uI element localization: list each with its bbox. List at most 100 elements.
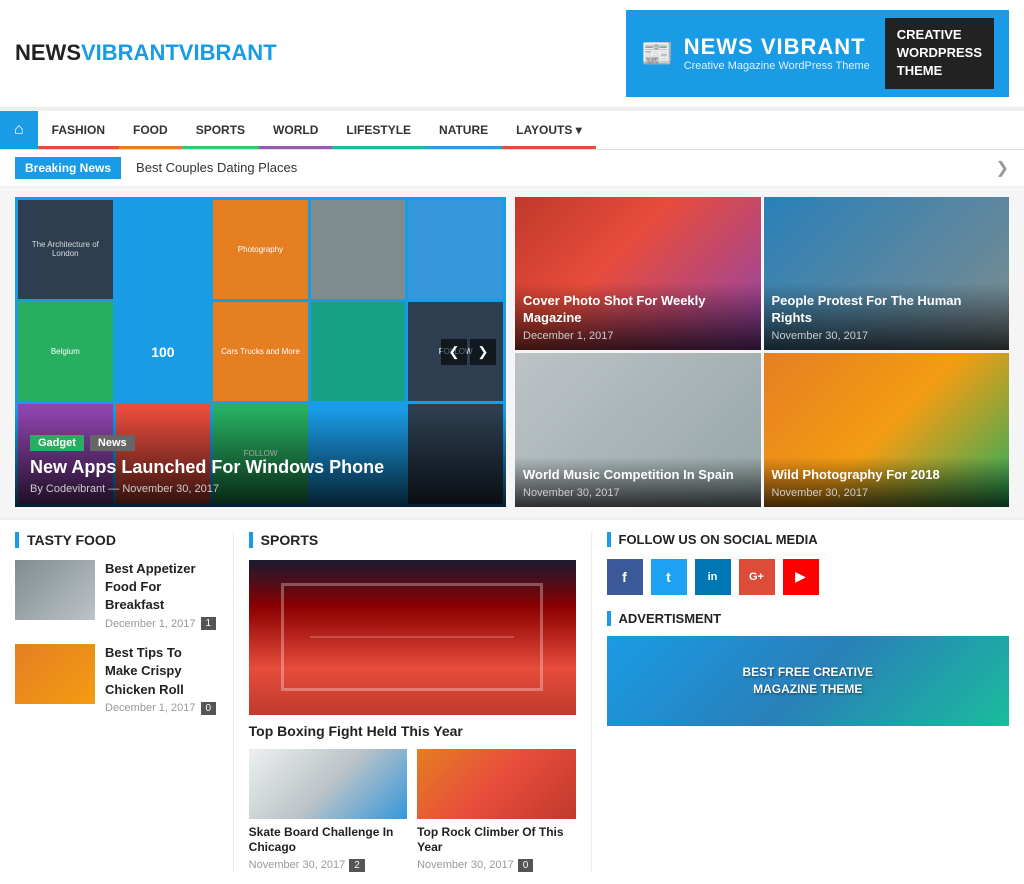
advertisement-title: ADVERTISMENT [607,611,1010,626]
banner-right: CREATIVE WORDPRESS THEME [885,18,994,89]
grid-item-4[interactable]: Wild Photography For 2018 November 30, 2… [764,353,1010,507]
linkedin-button[interactable]: in [695,559,731,595]
food-thumb-1 [15,560,95,620]
grid-overlay-1: Cover Photo Shot For Weekly Magazine Dec… [515,283,761,350]
ski-title: Skate Board Challenge In Chicago [249,825,407,856]
nav-item-sports[interactable]: SPORTS [182,111,259,149]
tile-3: Photography [213,200,308,299]
nav-item-layouts[interactable]: LAYOUTS ▾ [502,111,596,149]
breaking-news-bar: Breaking News Best Couples Dating Places… [0,150,1024,187]
nav-item-lifestyle[interactable]: LIFESTYLE [332,111,425,149]
food-count-1: 1 [201,617,217,630]
grid-title-2: People Protest For The Human Rights [772,293,1002,327]
hero-meta: By Codevibrant — November 30, 2017 [30,483,491,495]
breaking-arrow-button[interactable]: ❯ [996,158,1009,178]
boxing-image[interactable] [249,560,576,715]
ski-meta: November 30, 2017 2 [249,859,407,872]
banner-icon: 📰 [641,38,673,69]
nav-item-fashion[interactable]: FASHION [38,111,119,149]
ski-thumb [249,749,407,819]
climber-thumb [417,749,575,819]
food-info-2: Best Tips To Make Crispy Chicken Roll De… [105,644,218,715]
nav-items: FASHION FOOD SPORTS WORLD LIFESTYLE NATU… [38,111,596,149]
grid-title-3: World Music Competition In Spain [523,467,753,484]
facebook-button[interactable]: f [607,559,643,595]
tile-2 [116,200,211,299]
sports-articles: Skate Board Challenge In Chicago Novembe… [249,749,576,872]
advertisement-banner[interactable]: BEST FREE CREATIVEMAGAZINE THEME [607,636,1010,726]
banner-text: NEWS VIBRANT Creative Magazine WordPress… [684,34,870,72]
social-icons: f t in G+ ▶ [607,559,1010,595]
grid-title-1: Cover Photo Shot For Weekly Magazine [523,293,753,327]
site-logo[interactable]: NEWSVIBRANTVIBRANT [15,40,277,66]
boxing-title[interactable]: Top Boxing Fight Held This Year [249,723,576,739]
badge-news[interactable]: News [90,435,135,451]
hero-title[interactable]: New Apps Launched For Windows Phone [30,457,491,478]
nav-underline-layouts [502,146,596,149]
nav-home-button[interactable]: ⌂ [0,111,38,149]
grid-item-3[interactable]: World Music Competition In Spain Novembe… [515,353,761,507]
grid-title-4: Wild Photography For 2018 [772,467,1002,484]
hero-dash: — [108,483,122,495]
site-header: NEWSVIBRANTVIBRANT 📰 NEWS VIBRANT Creati… [0,0,1024,108]
nav-inner: ⌂ FASHION FOOD SPORTS WORLD LIFESTYLE [0,111,1024,149]
nav-link-lifestyle[interactable]: LIFESTYLE [332,111,425,149]
grid-overlay-3: World Music Competition In Spain Novembe… [515,457,761,507]
food-date-1: December 1, 2017 1 [105,617,218,630]
tile-5 [408,200,503,299]
badge-gadget[interactable]: Gadget [30,435,84,451]
sports-title: SPORTS [249,532,576,548]
hero-overlay: Gadget News New Apps Launched For Window… [15,410,506,507]
slider-next-button[interactable]: ❯ [470,339,496,365]
hero-author: By Codevibrant [30,483,105,495]
nav-link-layouts[interactable]: LAYOUTS ▾ [502,111,596,149]
breaking-label: Breaking News [15,157,121,179]
grid-item-2[interactable]: People Protest For The Human Rights Nove… [764,197,1010,351]
grid-date-2: November 30, 2017 [772,330,1002,342]
nav-underline-world [259,146,332,149]
tile-8: Cars Trucks and More [213,302,308,401]
food-count-2: 0 [201,702,217,715]
grid-overlay-2: People Protest For The Human Rights Nove… [764,283,1010,350]
grid-date-4: November 30, 2017 [772,487,1002,499]
sports-article-1[interactable]: Skate Board Challenge In Chicago Novembe… [249,749,407,872]
tasty-food-title: TASTY FOOD [15,532,218,548]
nav-link-world[interactable]: WORLD [259,111,332,149]
twitter-button[interactable]: t [651,559,687,595]
tile-6: Belgium [18,302,113,401]
slider-nav: ❮ ❯ [441,339,496,365]
tile-7: 100 [116,302,211,401]
food-article-2[interactable]: Best Tips To Make Crispy Chicken Roll De… [15,644,218,715]
logo-news: NEWS [15,40,81,65]
nav-link-fashion[interactable]: FASHION [38,111,119,149]
nav-link-food[interactable]: FOOD [119,111,182,149]
home-icon: ⌂ [14,121,24,139]
nav-link-nature[interactable]: NATURE [425,111,502,149]
sports-article-2[interactable]: Top Rock Climber Of This Year November 3… [417,749,575,872]
nav-underline-lifestyle [332,146,425,149]
banner-title: NEWS VIBRANT [684,34,870,60]
tile-4 [311,200,406,299]
main-nav: ⌂ FASHION FOOD SPORTS WORLD LIFESTYLE [0,108,1024,150]
header-banner: 📰 NEWS VIBRANT Creative Magazine WordPre… [626,10,1009,97]
nav-underline-fashion [38,146,119,149]
googleplus-button[interactable]: G+ [739,559,775,595]
nav-link-sports[interactable]: SPORTS [182,111,259,149]
tile-9 [311,302,406,401]
nav-item-world[interactable]: WORLD [259,111,332,149]
sports-section: SPORTS Top Boxing Fight Held This Year S… [234,532,592,872]
food-info-1: Best Appetizer Food For Breakfast Decemb… [105,560,218,631]
logo-vibrant: VIBRANT [81,40,179,65]
nav-item-nature[interactable]: NATURE [425,111,502,149]
food-article-1[interactable]: Best Appetizer Food For Breakfast Decemb… [15,560,218,631]
grid-item-1[interactable]: Cover Photo Shot For Weekly Magazine Dec… [515,197,761,351]
food-title-1: Best Appetizer Food For Breakfast [105,560,218,615]
slider-prev-button[interactable]: ❮ [441,339,467,365]
sidebar: FOLLOW US ON SOCIAL MEDIA f t in G+ ▶ AD… [592,532,1010,872]
nav-item-food[interactable]: FOOD [119,111,182,149]
climber-title: Top Rock Climber Of This Year [417,825,575,856]
food-date-2: December 1, 2017 0 [105,702,218,715]
nav-underline-food [119,146,182,149]
nav-underline-sports [182,146,259,149]
youtube-button[interactable]: ▶ [783,559,819,595]
